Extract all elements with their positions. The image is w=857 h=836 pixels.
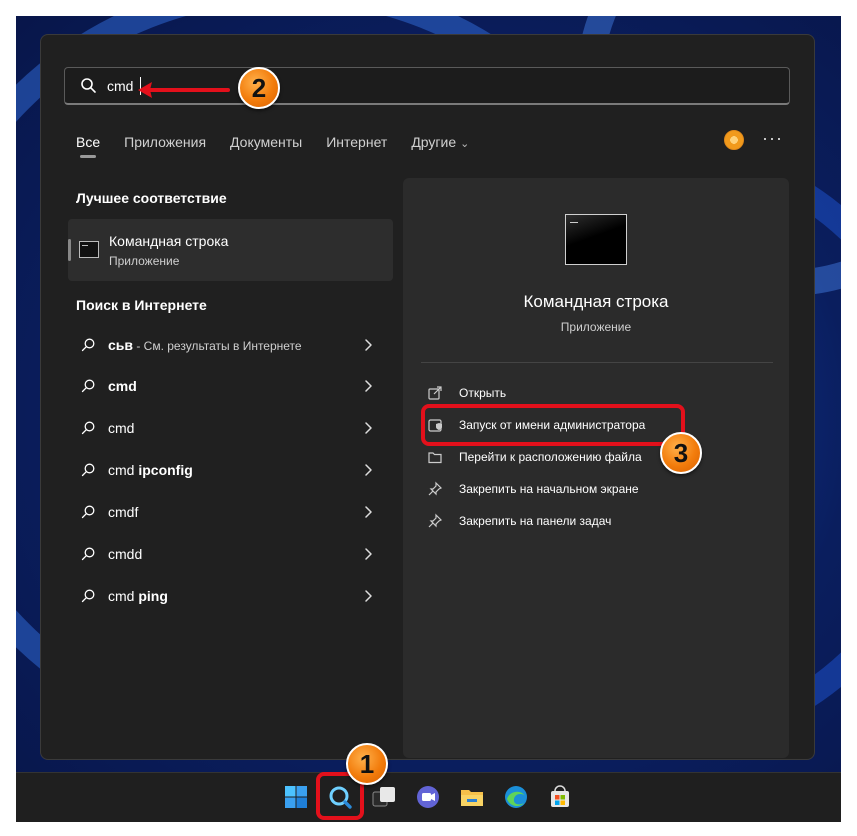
action-label: Закрепить на начальном экране — [459, 482, 639, 496]
search-icon — [81, 338, 95, 352]
folder-icon — [428, 452, 442, 464]
query-suggestion: ping — [138, 588, 168, 604]
web-search-item[interactable]: сьв - См. результаты в Интернете — [68, 325, 393, 365]
query-prefix: cmdf — [108, 504, 139, 520]
pin-icon — [428, 513, 443, 528]
tab-internet[interactable]: Интернет — [326, 132, 387, 152]
start-icon[interactable] — [283, 784, 309, 810]
web-search-item[interactable]: cmd ping — [68, 576, 393, 616]
web-search-text: cmd — [108, 378, 137, 394]
filter-tabs: Все Приложения Документы Интернет Другие… — [76, 132, 493, 158]
web-search-text: сьв - См. результаты в Интернете — [108, 337, 302, 353]
action-label: Закрепить на панели задач — [459, 514, 612, 528]
web-search-text: cmdd — [108, 546, 142, 562]
divider — [421, 362, 773, 363]
search-icon — [81, 77, 96, 93]
best-match-result[interactable]: Командная строка Приложение — [68, 219, 393, 281]
selection-indicator — [68, 239, 71, 261]
action-item[interactable]: Закрепить на панели задач — [427, 508, 611, 534]
command-prompt-icon — [565, 214, 627, 265]
search-icon — [81, 505, 95, 519]
web-search-heading: Поиск в Интернете — [76, 297, 207, 313]
open-icon — [428, 386, 442, 400]
action-label: Перейти к расположению файла — [459, 450, 642, 464]
web-search-item[interactable]: cmd ipconfig — [68, 450, 393, 490]
result-type: Приложение — [109, 254, 180, 268]
task-view-icon[interactable] — [371, 784, 397, 810]
step-badge-2: 2 — [238, 67, 280, 109]
query-hint: - См. результаты в Интернете — [133, 339, 302, 353]
search-icon — [81, 589, 95, 603]
web-search-item[interactable]: cmd — [68, 408, 393, 448]
action-item[interactable]: Открыть — [427, 380, 506, 406]
file-explorer-icon[interactable] — [459, 784, 485, 810]
best-match-heading: Лучшее соответствие — [76, 190, 227, 206]
result-name: Командная строка — [109, 233, 229, 249]
tab-more-label: Другие — [411, 134, 457, 150]
chevron-down-icon: ⌄ — [460, 138, 470, 150]
command-prompt-icon — [79, 241, 99, 258]
tab-documents[interactable]: Документы — [230, 132, 302, 152]
preview-title: Командная строка — [523, 292, 669, 311]
chevron-right-icon — [365, 548, 372, 560]
chevron-right-icon — [365, 464, 372, 476]
edge-icon[interactable] — [503, 784, 529, 810]
query-prefix: cmd — [108, 420, 135, 436]
query-suggestion: сьв — [108, 337, 133, 353]
tab-all[interactable]: Все — [76, 132, 100, 158]
preview-subtitle: Приложение — [560, 320, 632, 334]
web-search-text: cmd — [108, 420, 134, 436]
more-options-button[interactable]: ··· — [762, 128, 783, 149]
pin-icon — [428, 481, 443, 496]
avatar[interactable] — [724, 130, 744, 150]
search-icon — [81, 379, 95, 393]
chevron-right-icon — [365, 590, 372, 602]
query-prefix: cmd — [108, 588, 139, 604]
preview-pane: Командная строка Приложение Открыть Запус… — [403, 178, 789, 758]
search-icon — [81, 421, 95, 435]
query-prefix: cmd — [108, 462, 139, 478]
web-search-item[interactable]: cmdd — [68, 534, 393, 574]
query-prefix: cmdd — [108, 546, 143, 562]
chevron-right-icon — [365, 380, 372, 392]
arrow-annotation — [138, 82, 230, 98]
tab-apps[interactable]: Приложения — [124, 132, 206, 152]
chevron-right-icon — [365, 339, 372, 351]
web-search-text: cmd ipconfig — [108, 462, 193, 478]
action-item[interactable]: Закрепить на начальном экране — [427, 476, 639, 502]
web-search-text: cmd ping — [108, 588, 168, 604]
action-item[interactable]: Перейти к расположению файла — [427, 444, 642, 470]
web-search-text: cmdf — [108, 504, 138, 520]
step-badge-1: 1 — [346, 743, 388, 785]
action-label: Открыть — [459, 386, 507, 400]
step-badge-3: 3 — [660, 432, 702, 474]
tab-more[interactable]: Другие ⌄ — [411, 132, 469, 152]
query-suggestion: ipconfig — [138, 462, 193, 478]
web-search-item[interactable]: cmd — [68, 366, 393, 406]
search-icon — [81, 547, 95, 561]
chevron-right-icon — [365, 506, 372, 518]
search-icon — [81, 463, 95, 477]
web-search-item[interactable]: cmdf — [68, 492, 393, 532]
store-icon[interactable] — [547, 784, 573, 810]
chevron-right-icon — [365, 422, 372, 434]
teams-icon[interactable] — [415, 784, 441, 810]
highlight-run-as-admin — [421, 404, 685, 446]
query-suggestion: cmd — [108, 378, 137, 394]
